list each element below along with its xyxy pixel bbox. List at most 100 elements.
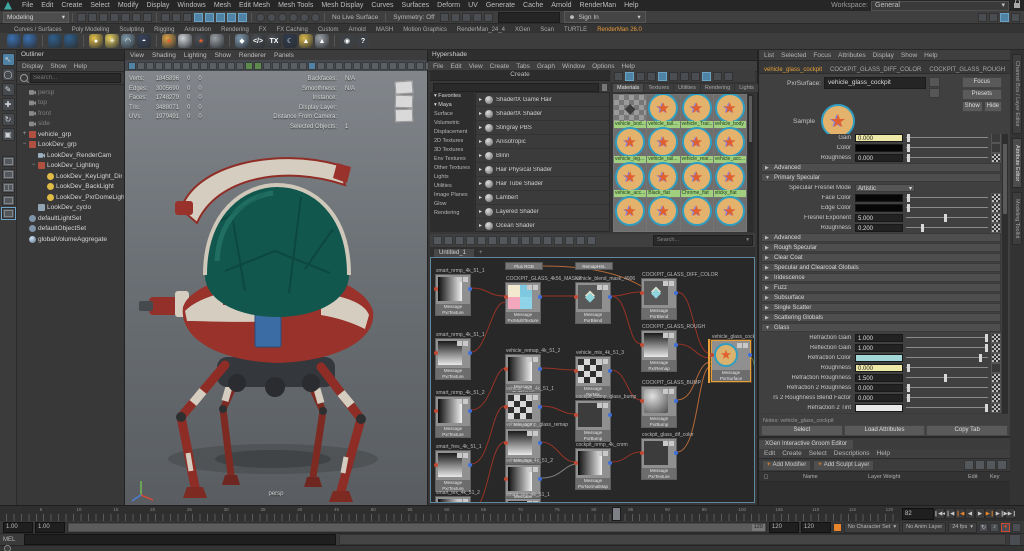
attribute-value-field[interactable]: 1.000 bbox=[855, 333, 903, 342]
texture-map-button[interactable] bbox=[991, 332, 1001, 343]
toolbar-icon[interactable] bbox=[256, 12, 265, 22]
output-port[interactable] bbox=[674, 343, 678, 347]
script-editor-icon[interactable] bbox=[1009, 533, 1021, 546]
menu-modify[interactable]: Modify bbox=[118, 2, 139, 9]
section-clear-coat[interactable]: ▶ Clear Coat bbox=[761, 253, 1001, 262]
node-collapse-icon[interactable] bbox=[457, 453, 462, 458]
graph-node-smart-nrmp-4k-51-1[interactable]: smart_nrmp_4k_51_1 Message PxrTexture bbox=[434, 268, 485, 316]
input-port[interactable] bbox=[434, 351, 438, 355]
color-swatch[interactable] bbox=[855, 203, 903, 212]
slider-handle[interactable] bbox=[907, 383, 911, 392]
attribute-slider[interactable] bbox=[906, 134, 988, 142]
outliner-item-LookDev_Lighting[interactable]: − LookDev_Lighting bbox=[17, 161, 124, 172]
browser-toolbar-icon[interactable] bbox=[647, 71, 656, 81]
node-collapse-icon[interactable] bbox=[663, 333, 668, 338]
hypershade-menu-graph[interactable]: Graph bbox=[537, 63, 555, 70]
output-port[interactable] bbox=[608, 413, 612, 417]
viewport-3d-view[interactable]: Verts: 1845896 0 0 Edges: 3005690 0 0 Faces: 1748… bbox=[125, 71, 427, 505]
anim-layer-dropdown[interactable]: No Anim Layer bbox=[902, 521, 947, 533]
mute-audio-icon[interactable]: ♪ bbox=[990, 522, 999, 532]
material-swatch[interactable]: ★ vehicle_rail... bbox=[647, 127, 680, 163]
stats-graph-icon[interactable]: ▲ bbox=[315, 34, 329, 48]
node-expand-icon[interactable] bbox=[533, 285, 538, 290]
graph-node-smart-nrmp-4k-51-2[interactable]: smart_nrmp_4k_51_2 Message PxrTexture bbox=[434, 390, 485, 438]
node-expand-icon[interactable] bbox=[533, 431, 538, 436]
viewport-toolbar-icon[interactable] bbox=[307, 61, 316, 70]
input-port[interactable] bbox=[640, 291, 644, 295]
copy-tab-button[interactable]: Copy Tab bbox=[926, 425, 1009, 436]
xgen-panel-tab[interactable]: XGen Interactive Groom Editor bbox=[759, 440, 854, 449]
browser-scrollbar[interactable] bbox=[748, 94, 753, 232]
attribute-value-field[interactable]: 1.500 bbox=[855, 373, 903, 382]
toolbar-icon[interactable] bbox=[110, 12, 119, 22]
viewport-toolbar-icon[interactable] bbox=[127, 61, 136, 70]
toolbar-icon[interactable] bbox=[267, 12, 276, 22]
attribute-scrollbar[interactable] bbox=[1002, 134, 1008, 414]
filter-slider[interactable] bbox=[602, 84, 607, 91]
menu-surfaces[interactable]: Surfaces bbox=[402, 2, 430, 9]
node-expand-icon[interactable] bbox=[533, 501, 538, 502]
node-expand-icon[interactable] bbox=[463, 499, 468, 502]
outliner-item-LookDev_KeyLight_Dir[interactable]: LookDev_KeyLight_Dir bbox=[17, 171, 124, 182]
xgen-layer-list[interactable] bbox=[759, 482, 1010, 506]
attribute-slider[interactable] bbox=[906, 143, 988, 152]
node-expand-icon[interactable] bbox=[743, 343, 748, 348]
pxr-dome-light-icon[interactable]: ◠ bbox=[121, 34, 135, 48]
texture-map-button[interactable] bbox=[991, 212, 1001, 223]
attribute-slider[interactable] bbox=[906, 363, 988, 372]
viewport-toolbar-icon[interactable] bbox=[334, 61, 343, 70]
swatch-small-icon[interactable] bbox=[929, 77, 940, 87]
pxr-portal-light-icon[interactable]: ◓ bbox=[137, 34, 151, 48]
texture-map-button[interactable] bbox=[991, 402, 1001, 413]
attribute-value-field[interactable]: 1.000 bbox=[855, 343, 903, 352]
layout-persp-outliner[interactable] bbox=[1, 182, 15, 193]
input-port[interactable] bbox=[434, 463, 438, 467]
color-swatch[interactable] bbox=[855, 353, 903, 362]
menu-mesh-tools[interactable]: Mesh Tools bbox=[278, 2, 313, 9]
side-tab-modeling-toolkit[interactable]: Modeling Toolkit bbox=[1012, 192, 1022, 246]
show-button[interactable]: Show bbox=[961, 101, 983, 112]
pxr-marschner-hair-icon[interactable]: ★ bbox=[194, 34, 208, 48]
texture-map-button[interactable] bbox=[991, 134, 1001, 143]
range-slider-track[interactable]: 120 bbox=[67, 521, 767, 533]
pxr-sun-light-icon[interactable]: ● bbox=[89, 34, 103, 48]
input-port[interactable] bbox=[710, 353, 714, 357]
animation-start-field[interactable]: 1.00 bbox=[3, 521, 33, 533]
node-collapse-icon[interactable] bbox=[597, 451, 602, 456]
menu-deform[interactable]: Deform bbox=[437, 2, 460, 9]
presets-button[interactable]: Presets bbox=[961, 89, 1002, 100]
xgen-menu-descriptions[interactable]: Descriptions bbox=[834, 450, 870, 457]
toolbar-icon[interactable] bbox=[1000, 12, 1009, 22]
outliner-item-top[interactable]: top bbox=[17, 98, 124, 109]
step-forward-key-button[interactable]: ▶❙ bbox=[985, 508, 995, 519]
outliner-menu-help[interactable]: Help bbox=[74, 63, 87, 70]
input-port[interactable] bbox=[640, 399, 644, 403]
hypershade-menu-edit[interactable]: Edit bbox=[450, 63, 461, 70]
texture-map-button[interactable] bbox=[991, 192, 1001, 203]
layout-custom[interactable] bbox=[0, 207, 16, 220]
output-port[interactable] bbox=[608, 461, 612, 465]
output-port[interactable] bbox=[674, 451, 678, 455]
create-category-other-textures[interactable]: Other Textures bbox=[430, 164, 474, 173]
node-expand-icon[interactable] bbox=[463, 341, 468, 346]
playback-end-field[interactable]: 120 bbox=[768, 521, 799, 533]
attribute-slider[interactable] bbox=[906, 333, 988, 342]
input-port[interactable] bbox=[504, 405, 508, 409]
material-swatch[interactable]: ★ vehicle_tail... bbox=[647, 94, 680, 129]
input-port[interactable] bbox=[434, 409, 438, 413]
material-swatch[interactable]: ★ vehicle_acc... bbox=[713, 127, 746, 163]
material-swatch[interactable]: ★ bbox=[680, 195, 713, 231]
menu-display[interactable]: Display bbox=[146, 2, 169, 9]
graph-node-plus-rgb[interactable]: Plus RGB bbox=[505, 262, 543, 270]
create-node-stingray-pbs[interactable]: ▸ Stingray PBS bbox=[476, 121, 609, 135]
node-editor-toolbar-icon[interactable] bbox=[455, 236, 464, 245]
character-set-dropdown[interactable]: No Character Set ▾ bbox=[843, 521, 901, 533]
attribute-slider[interactable] bbox=[906, 343, 988, 352]
menu-help[interactable]: Help bbox=[624, 2, 638, 9]
slider-handle[interactable] bbox=[944, 373, 948, 382]
node-expand-icon[interactable] bbox=[533, 467, 538, 472]
browser-tab-textures[interactable]: Textures bbox=[644, 84, 674, 92]
node-collapse-icon[interactable] bbox=[457, 499, 462, 502]
time-slider[interactable]: 5 10 15 20 25 30 35 40 45 50 55 60 65 70 75 80 85 90 95 100… bbox=[0, 505, 900, 522]
section-scattering-globals[interactable]: ▶ Scattering Globals bbox=[761, 313, 1001, 322]
